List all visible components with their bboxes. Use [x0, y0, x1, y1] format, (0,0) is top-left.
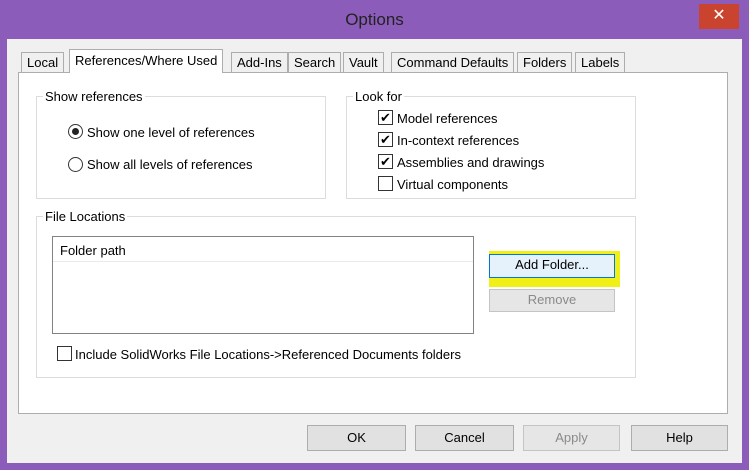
add-folder-button[interactable]: Add Folder... — [489, 254, 615, 278]
close-icon: ✕ — [712, 7, 726, 24]
window-title: Options — [345, 10, 404, 29]
checkbox-in-context-references-label[interactable]: In-context references — [397, 133, 519, 148]
cancel-button[interactable]: Cancel — [415, 425, 514, 451]
check-icon: ✔ — [380, 132, 391, 147]
tab-folders[interactable]: Folders — [517, 52, 573, 73]
tab-vault[interactable]: Vault — [343, 52, 384, 73]
radio-show-one-level-label[interactable]: Show one level of references — [87, 125, 255, 140]
ok-button[interactable]: OK — [307, 425, 406, 451]
show-references-title: Show references — [43, 89, 145, 104]
tab-local[interactable]: Local — [21, 52, 65, 73]
radio-show-all-levels[interactable] — [68, 157, 83, 172]
checkbox-include-solidworks-locations[interactable] — [57, 346, 72, 361]
checkbox-in-context-references[interactable]: ✔ — [378, 132, 393, 147]
file-locations-title: File Locations — [43, 209, 128, 224]
tab-add-ins[interactable]: Add-Ins — [231, 52, 288, 73]
checkbox-virtual-components-label[interactable]: Virtual components — [397, 177, 508, 192]
checkbox-model-references-label[interactable]: Model references — [397, 111, 497, 126]
checkbox-virtual-components[interactable] — [378, 176, 393, 191]
tab-labels[interactable]: Labels — [575, 52, 626, 73]
close-button[interactable]: ✕ — [699, 4, 739, 29]
check-icon: ✔ — [380, 154, 391, 169]
remove-button[interactable]: Remove — [489, 289, 615, 312]
show-references-group — [36, 96, 326, 199]
tab-references-where-used[interactable]: References/Where Used — [69, 49, 224, 73]
check-icon: ✔ — [380, 110, 391, 125]
tab-command-defaults[interactable]: Command Defaults — [391, 52, 515, 73]
folder-path-column-header[interactable]: Folder path — [53, 237, 473, 262]
radio-show-one-level[interactable] — [68, 124, 83, 139]
look-for-title: Look for — [353, 89, 404, 104]
help-button[interactable]: Help — [631, 425, 728, 451]
checkbox-assemblies-and-drawings[interactable]: ✔ — [378, 154, 393, 169]
folder-path-list[interactable]: Folder path — [52, 236, 474, 334]
checkbox-assemblies-and-drawings-label[interactable]: Assemblies and drawings — [397, 155, 544, 170]
checkbox-model-references[interactable]: ✔ — [378, 110, 393, 125]
radio-show-all-levels-label[interactable]: Show all levels of references — [87, 157, 252, 172]
tab-search[interactable]: Search — [288, 52, 342, 73]
apply-button[interactable]: Apply — [523, 425, 620, 451]
checkbox-include-solidworks-locations-label[interactable]: Include SolidWorks File Locations->Refer… — [75, 347, 461, 362]
radio-selected-dot — [72, 128, 79, 135]
